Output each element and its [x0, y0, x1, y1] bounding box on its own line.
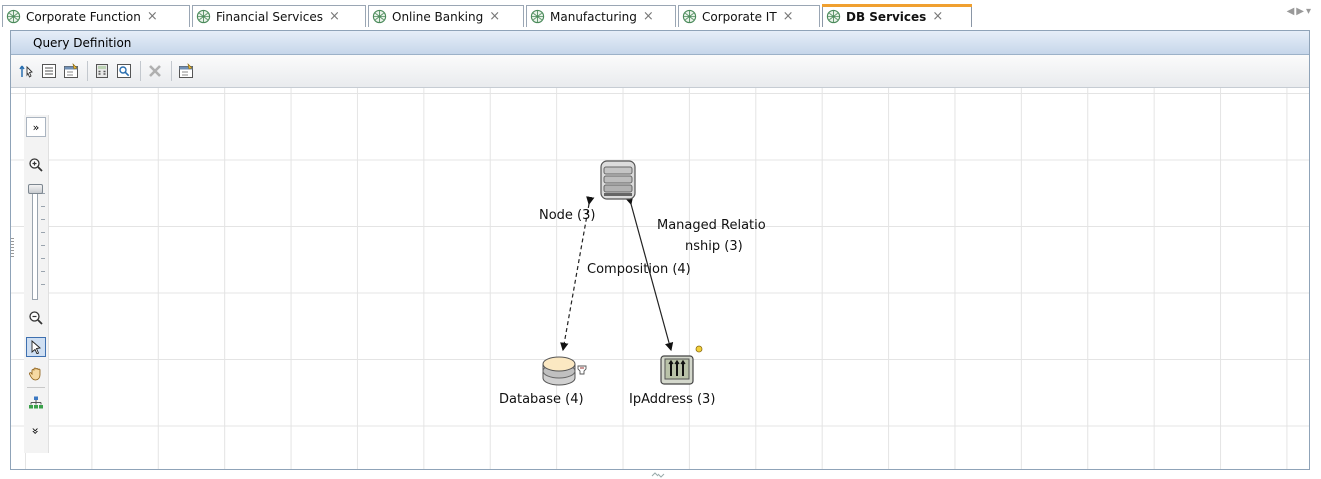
tab-label: Financial Services [216, 9, 323, 24]
cube-network-icon [826, 9, 841, 24]
tab-corporate-function[interactable]: Corporate Function × [2, 5, 190, 27]
cube-network-icon [682, 9, 697, 24]
calculator-button[interactable] [92, 61, 112, 81]
database-vertex[interactable] [541, 354, 589, 391]
preview-button[interactable] [114, 61, 134, 81]
properties-icon [64, 63, 78, 78]
node-vertex[interactable] [600, 160, 636, 203]
close-icon[interactable]: × [783, 9, 794, 24]
tab-financial-services[interactable]: Financial Services × [192, 5, 366, 27]
list-view-icon [42, 64, 56, 78]
tab-db-services[interactable]: DB Services × [822, 4, 972, 27]
graph-canvas[interactable]: » » Node (3) Managed Relatio nship (3) C… [11, 88, 1309, 469]
ipaddress-label: IpAddress (3) [629, 392, 716, 407]
tab-online-banking[interactable]: Online Banking × [368, 5, 524, 27]
close-icon[interactable]: × [932, 9, 943, 24]
tab-label: Corporate Function [26, 9, 141, 24]
query-definition-panel: Query Definition » » Node (3) Managed Re… [10, 30, 1310, 470]
preview-icon [117, 64, 131, 78]
collapse-handle-icon[interactable] [650, 471, 666, 479]
composition-label: Composition (4) [587, 262, 691, 277]
server-stack-icon [600, 160, 636, 200]
properties-button-2[interactable] [176, 61, 196, 81]
toolbar-separator [140, 61, 141, 81]
delete-button[interactable] [145, 61, 165, 81]
database-icon [542, 356, 587, 386]
properties-icon [179, 63, 193, 78]
select-pointer-button[interactable] [17, 61, 37, 81]
close-icon[interactable]: × [329, 9, 340, 24]
calculator-icon [96, 64, 108, 78]
cube-network-icon [6, 9, 21, 24]
toolbar-separator [171, 61, 172, 81]
managed-relationship-label-line1: Managed Relatio [657, 218, 766, 233]
toolbar [11, 55, 1309, 88]
managed-relationship-label-line2: nship (3) [685, 239, 743, 254]
close-icon[interactable]: × [489, 9, 500, 24]
splitter-grip[interactable] [11, 238, 14, 258]
tab-label: Corporate IT [702, 9, 777, 24]
ip-address-icon [660, 345, 703, 385]
tab-manufacturing[interactable]: Manufacturing × [526, 5, 676, 27]
tab-strip: Corporate Function × Financial Services … [0, 0, 1321, 30]
tab-scroll-controls[interactable]: ◀▶▾ [1287, 6, 1313, 17]
close-icon[interactable]: × [643, 9, 654, 24]
close-icon[interactable]: × [147, 9, 158, 24]
tab-label: DB Services [846, 9, 927, 24]
cube-network-icon [372, 9, 387, 24]
database-label: Database (4) [499, 392, 584, 407]
delete-icon [149, 65, 161, 77]
ipaddress-vertex[interactable] [659, 344, 703, 389]
properties-button[interactable] [61, 61, 81, 81]
composition-edge[interactable] [560, 196, 595, 352]
panel-title: Query Definition [11, 31, 1309, 55]
list-view-button[interactable] [39, 61, 59, 81]
cube-network-icon [196, 9, 211, 24]
tab-corporate-it[interactable]: Corporate IT × [678, 5, 820, 27]
toolbar-separator [87, 61, 88, 81]
node-label: Node (3) [539, 208, 596, 223]
select-pointer-icon [19, 65, 33, 78]
graph-edges [560, 195, 674, 352]
tab-label: Manufacturing [550, 9, 637, 24]
cube-network-icon [530, 9, 545, 24]
tab-label: Online Banking [392, 9, 484, 24]
